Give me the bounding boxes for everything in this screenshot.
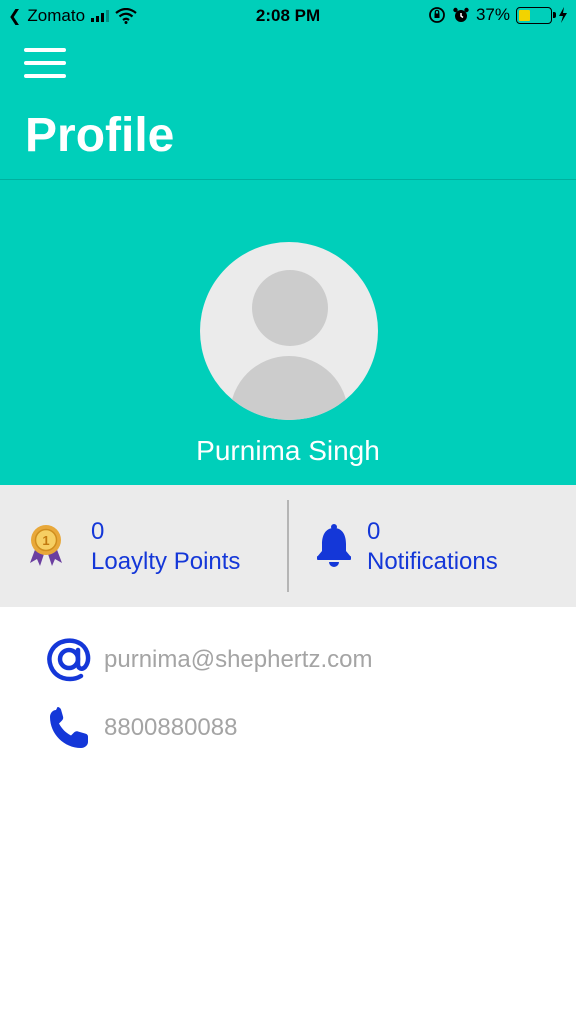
stats-bar: 1 0 Loaylty Points 0 Notifications xyxy=(0,485,576,607)
orientation-lock-icon xyxy=(429,7,445,23)
status-bar: ❮ Zomato 2:08 PM 37% xyxy=(0,0,576,32)
phone-row[interactable]: 8800880088 xyxy=(0,702,576,758)
loyalty-points-stat[interactable]: 1 0 Loaylty Points xyxy=(0,485,288,607)
bell-icon xyxy=(317,524,351,567)
svg-text:1: 1 xyxy=(42,533,49,548)
phone-value: 8800880088 xyxy=(104,714,238,741)
alarm-icon xyxy=(453,7,469,22)
notifications-count: 0 xyxy=(367,518,381,545)
page-title: Profile xyxy=(25,109,175,162)
user-name: Purnima Singh xyxy=(196,435,380,466)
loyalty-points-label: Loaylty Points xyxy=(91,548,241,575)
at-sign-icon xyxy=(47,638,91,682)
hamburger-menu-icon[interactable] xyxy=(24,48,68,80)
notifications-stat[interactable]: 0 Notifications xyxy=(289,485,576,607)
charging-icon xyxy=(559,7,567,23)
loyalty-points-count: 0 xyxy=(91,518,105,545)
profile-section: Purnima Singh xyxy=(0,180,576,485)
email-value: purnima@shephertz.com xyxy=(104,646,373,673)
award-medal-icon: 1 xyxy=(30,525,62,566)
email-row[interactable]: purnima@shephertz.com xyxy=(0,634,576,690)
notifications-label: Notifications xyxy=(367,548,498,575)
phone-icon xyxy=(50,707,88,748)
default-avatar-icon[interactable] xyxy=(200,242,378,420)
battery-icon xyxy=(516,6,556,24)
battery-percent: 37% xyxy=(475,5,510,24)
